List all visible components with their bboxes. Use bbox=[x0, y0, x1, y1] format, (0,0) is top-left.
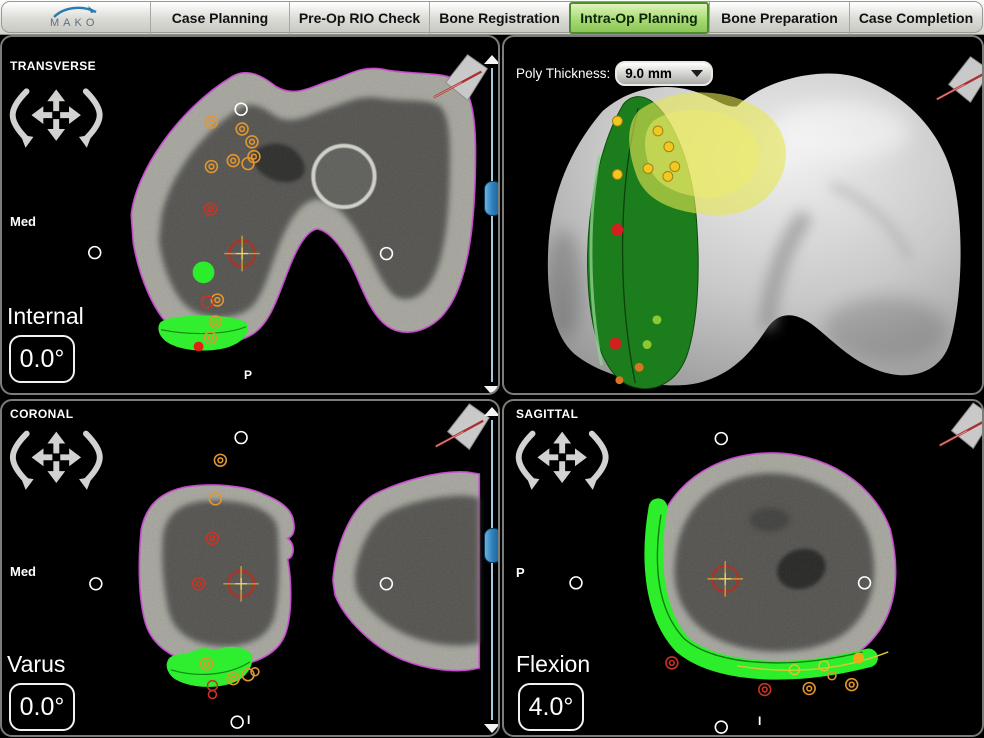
pan-rotate-control[interactable] bbox=[13, 89, 100, 147]
transverse-slice-slider[interactable] bbox=[483, 55, 500, 395]
slider-down-arrow[interactable] bbox=[484, 386, 500, 395]
tab-case-completion[interactable]: Case Completion bbox=[849, 2, 982, 34]
tab-intra-op-planning[interactable]: Intra-Op Planning bbox=[569, 2, 709, 34]
poly-thickness-value: 9.0 mm bbox=[625, 66, 672, 81]
slider-track[interactable] bbox=[491, 420, 493, 720]
tab-bar-frame: MAKO Case Planning Pre-Op RIO Check Bone… bbox=[1, 1, 983, 33]
slider-thumb[interactable] bbox=[484, 528, 500, 563]
cartilage-map-overlay bbox=[629, 92, 786, 215]
slider-thumb[interactable] bbox=[484, 181, 500, 216]
inferior-label: I bbox=[758, 714, 761, 728]
poly-thickness-dropdown[interactable]: 9.0 mm bbox=[615, 61, 713, 86]
tab-bone-registration[interactable]: Bone Registration bbox=[429, 2, 569, 34]
viewport-transverse: TRANSVERSE Med P Internal 0.0° bbox=[0, 35, 500, 395]
tab-case-planning[interactable]: Case Planning bbox=[150, 2, 289, 34]
slider-up-arrow[interactable] bbox=[484, 55, 500, 64]
internal-rotation-label: Internal bbox=[7, 303, 84, 330]
posterior-label: P bbox=[244, 368, 252, 382]
coronal-bone-slices bbox=[122, 460, 488, 687]
femur-3d-view[interactable] bbox=[504, 37, 982, 393]
transverse-ct-image[interactable] bbox=[2, 37, 498, 393]
coronal-slice-slider[interactable] bbox=[483, 407, 500, 733]
varus-angle-value: 0.0° bbox=[9, 683, 75, 731]
coronal-ct-image[interactable] bbox=[2, 401, 498, 735]
inferior-label: I bbox=[247, 713, 250, 727]
view-title-sagittal: SAGITTAL bbox=[516, 407, 578, 421]
slider-up-arrow[interactable] bbox=[484, 407, 500, 416]
pan-rotate-control[interactable] bbox=[519, 432, 606, 490]
medial-label: Med bbox=[10, 214, 36, 229]
cut-plane-icon[interactable] bbox=[940, 403, 982, 448]
mako-logo-text: MAKO bbox=[50, 17, 98, 29]
varus-angle-label: Varus bbox=[7, 651, 65, 678]
dropdown-arrow-icon bbox=[691, 70, 703, 77]
flexion-angle-value: 4.0° bbox=[518, 683, 584, 731]
tab-pre-op-rio-check[interactable]: Pre-Op RIO Check bbox=[289, 2, 429, 34]
medial-label: Med bbox=[10, 564, 36, 579]
cut-plane-icon[interactable] bbox=[436, 404, 489, 449]
poly-thickness-label: Poly Thickness: bbox=[516, 66, 610, 81]
view-title-coronal: CORONAL bbox=[10, 407, 73, 421]
viewport-coronal: CORONAL Med I Varus 0.0° bbox=[0, 399, 500, 737]
internal-rotation-value: 0.0° bbox=[9, 335, 75, 383]
flexion-angle-label: Flexion bbox=[516, 651, 590, 678]
cut-plane-icon[interactable] bbox=[937, 57, 982, 102]
mako-logo: MAKO bbox=[2, 2, 150, 34]
slider-down-arrow[interactable] bbox=[484, 724, 500, 733]
viewport-sagittal: SAGITTAL P I Flexion 4.0° bbox=[502, 399, 984, 737]
slider-track[interactable] bbox=[491, 68, 493, 382]
viewport-3d-model: Poly Thickness: 9.0 mm bbox=[502, 35, 984, 395]
view-title-transverse: TRANSVERSE bbox=[10, 59, 96, 73]
tab-bone-preparation[interactable]: Bone Preparation bbox=[709, 2, 849, 34]
posterior-label: P bbox=[516, 565, 525, 580]
pan-rotate-control[interactable] bbox=[13, 432, 100, 490]
transverse-bone-slice bbox=[102, 57, 488, 354]
top-tab-bar: MAKO Case Planning Pre-Op RIO Check Bone… bbox=[0, 0, 984, 35]
